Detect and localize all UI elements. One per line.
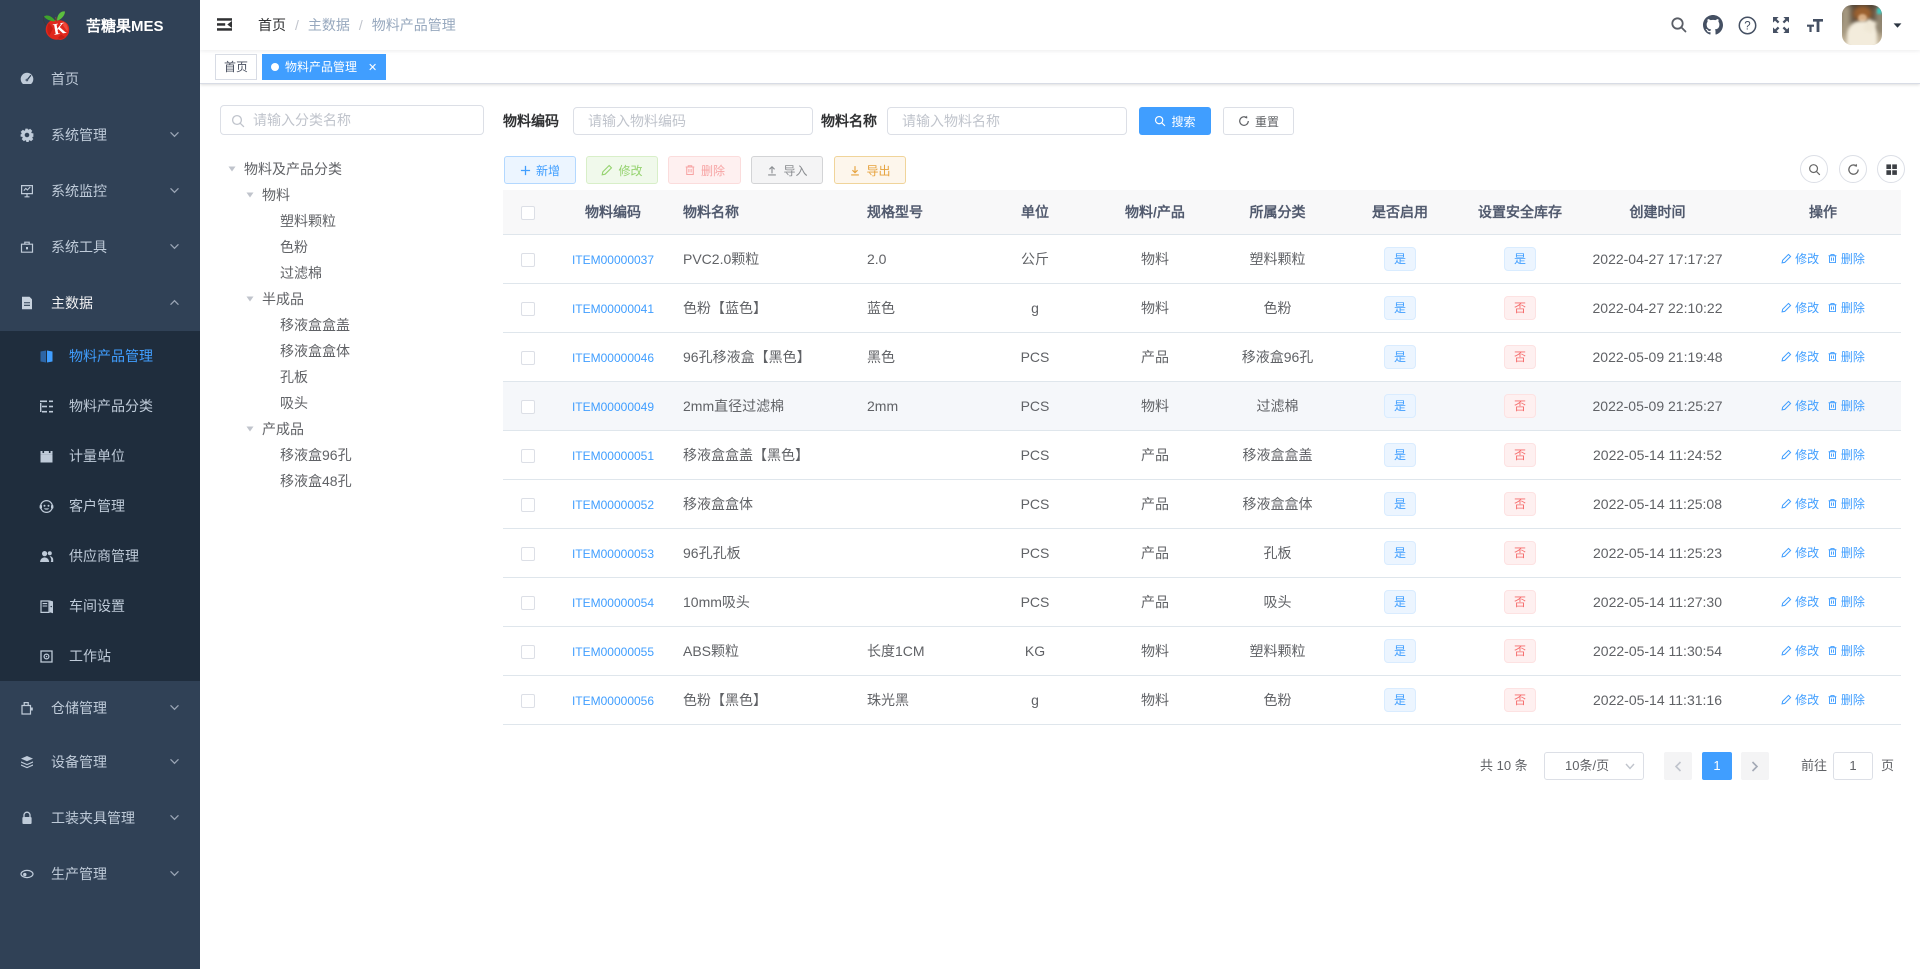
svg-text:?: ? [1744, 20, 1750, 32]
